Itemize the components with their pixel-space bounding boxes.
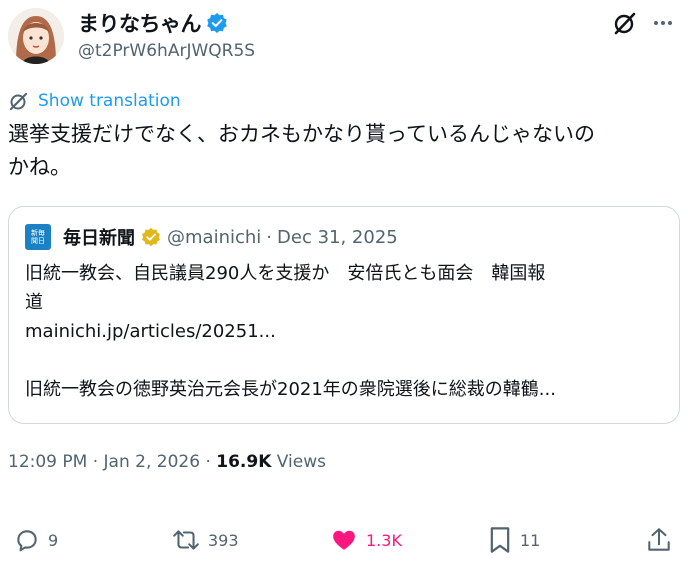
heart-filled-icon	[333, 530, 355, 550]
quoted-blank-line	[25, 346, 663, 375]
quoted-tweet-card[interactable]: 新毎 聞日 毎日新聞 @mainichi · Dec 31, 2025 旧統一教会…	[8, 206, 680, 424]
repost-count: 393	[208, 530, 239, 550]
share-button[interactable]	[646, 522, 672, 558]
meta-separator: ·	[92, 452, 99, 472]
quoted-author-handle[interactable]: @mainichi	[167, 227, 261, 248]
views-count: 16.9K	[216, 452, 272, 472]
tweet-action-bar: 9 393 1.3K 11	[0, 522, 688, 558]
show-translation-link[interactable]: Show translation	[8, 90, 181, 112]
meta-separator: ·	[205, 452, 211, 472]
quoted-text-line: 旧統一教会の徳野英治元会長が2021年の衆院選後に総裁の韓鶴...	[25, 379, 556, 400]
repost-button[interactable]: 393	[172, 522, 239, 558]
author-name-row: まりなちゃん	[78, 8, 255, 38]
show-translation-label[interactable]: Show translation	[38, 91, 181, 111]
translate-icon	[8, 90, 30, 112]
tweet-text: 選挙支援だけでなく、おカネもかなり貰っているんじゃないの かね。	[8, 118, 680, 184]
tweet-date[interactable]: Jan 2, 2026	[104, 452, 201, 472]
author-handle[interactable]: @t2PrW6hArJWQR5S	[78, 41, 255, 61]
bookmark-count: 11	[520, 530, 541, 550]
reply-icon	[17, 530, 37, 552]
avatar-illustration	[8, 8, 64, 64]
quoted-text-line: 旧統一教会、自民議員290人を支援か 安倍氏とも面会 韓国報	[25, 263, 546, 284]
reply-button[interactable]: 9	[14, 522, 58, 558]
author-display-name[interactable]: まりなちゃん	[78, 8, 202, 38]
quoted-tweet-header: 新毎 聞日 毎日新聞 @mainichi · Dec 31, 2025	[25, 221, 663, 253]
share-icon	[648, 528, 670, 551]
quoted-text-line: 道	[25, 292, 43, 313]
mainichi-logo[interactable]: 新毎 聞日	[25, 224, 51, 250]
like-button[interactable]: 1.3K	[330, 522, 402, 558]
avatar[interactable]	[8, 8, 64, 64]
reply-count: 9	[48, 530, 59, 550]
tweet-time[interactable]: 12:09 PM	[8, 452, 87, 472]
quoted-tweet-body: 旧統一教会、自民議員290人を支援か 安倍氏とも面会 韓国報 道 mainich…	[25, 259, 663, 404]
bookmark-button[interactable]: 11	[488, 522, 540, 558]
verified-badge-icon[interactable]	[206, 12, 228, 34]
tweet-meta: 12:09 PM · Jan 2, 2026 · 16.9K Views	[8, 452, 326, 472]
quoted-meta-separator: ·	[266, 226, 273, 248]
quoted-date[interactable]: Dec 31, 2025	[277, 227, 398, 248]
tweet-text-line: かね。	[8, 155, 71, 179]
quoted-link[interactable]: mainichi.jp/articles/20251...	[25, 317, 663, 346]
repost-icon	[173, 530, 199, 550]
author-block: まりなちゃん @t2PrW6hArJWQR5S	[78, 8, 255, 61]
like-count: 1.3K	[366, 530, 402, 550]
tweet-top-actions	[612, 10, 674, 36]
more-options-icon[interactable]	[652, 12, 674, 34]
bookmark-icon	[490, 527, 510, 553]
views-label: Views	[276, 452, 326, 472]
gold-verified-badge-icon	[141, 227, 161, 247]
tweet-text-line: 選挙支援だけでなく、おカネもかなり貰っているんじゃないの	[8, 122, 595, 146]
quoted-author-name[interactable]: 毎日新聞	[63, 224, 135, 250]
grok-icon[interactable]	[612, 10, 638, 36]
